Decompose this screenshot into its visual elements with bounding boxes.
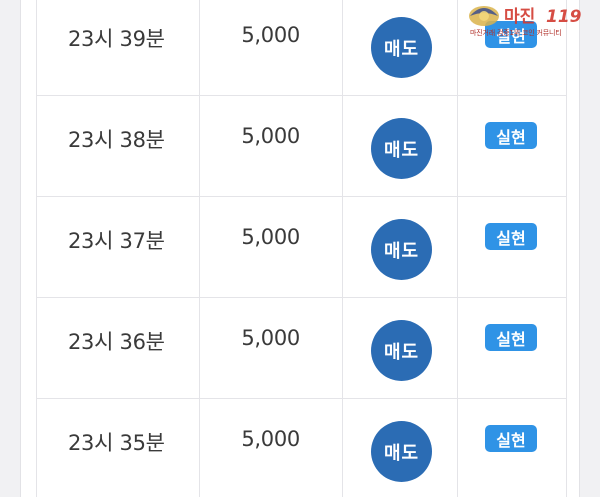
trade-amount: 5,000	[241, 124, 300, 148]
table-row: 23시 37분 5,000 매도 실현	[36, 196, 567, 298]
amount-cell: 5,000	[199, 196, 343, 298]
amount-cell: 5,000	[199, 297, 343, 399]
result-badge: 실현	[485, 122, 537, 149]
time-cell: 23시 39분	[36, 0, 200, 96]
svg-text:마진: 마진	[504, 7, 535, 27]
trade-time: 23시 37분	[68, 229, 165, 253]
trade-history-table: 23시 39분 5,000 매도 실현 23시 38분 5,000 매도 실현 …	[36, 0, 567, 497]
result-cell: 실현	[457, 398, 567, 497]
trade-time: 23시 39분	[68, 27, 165, 51]
trade-amount: 5,000	[241, 225, 300, 249]
trade-amount: 5,000	[241, 427, 300, 451]
sell-button[interactable]: 매도	[371, 320, 432, 381]
result-cell: 실현	[457, 95, 567, 197]
amount-cell: 5,000	[199, 0, 343, 96]
trade-time: 23시 35분	[68, 431, 165, 455]
action-cell: 매도	[342, 0, 458, 96]
action-cell: 매도	[342, 95, 458, 197]
table-row: 23시 38분 5,000 매도 실현	[36, 95, 567, 197]
table-row: 23시 36분 5,000 매도 실현	[36, 297, 567, 399]
watermark-logo: 마진 119 마진거래 검증1위 코인 커뮤니티	[462, 2, 598, 40]
svg-text:119: 119	[546, 7, 582, 27]
amount-cell: 5,000	[199, 95, 343, 197]
result-badge: 실현	[485, 223, 537, 250]
time-cell: 23시 37분	[36, 196, 200, 298]
trade-amount: 5,000	[241, 326, 300, 350]
table-row: 23시 35분 5,000 매도 실현	[36, 398, 567, 497]
trade-amount: 5,000	[241, 23, 300, 47]
sell-button[interactable]: 매도	[371, 219, 432, 280]
trade-time: 23시 38분	[68, 128, 165, 152]
sell-button[interactable]: 매도	[371, 421, 432, 482]
amount-cell: 5,000	[199, 398, 343, 497]
result-badge: 실현	[485, 324, 537, 351]
result-cell: 실현	[457, 196, 567, 298]
time-cell: 23시 38분	[36, 95, 200, 197]
result-cell: 실현	[457, 297, 567, 399]
sell-button[interactable]: 매도	[371, 17, 432, 78]
action-cell: 매도	[342, 297, 458, 399]
trade-time: 23시 36분	[68, 330, 165, 354]
action-cell: 매도	[342, 398, 458, 497]
action-cell: 매도	[342, 196, 458, 298]
time-cell: 23시 36분	[36, 297, 200, 399]
sell-button[interactable]: 매도	[371, 118, 432, 179]
time-cell: 23시 35분	[36, 398, 200, 497]
watermark-tagline: 마진거래 검증1위 코인 커뮤니티	[470, 29, 562, 37]
result-badge: 실현	[485, 425, 537, 452]
